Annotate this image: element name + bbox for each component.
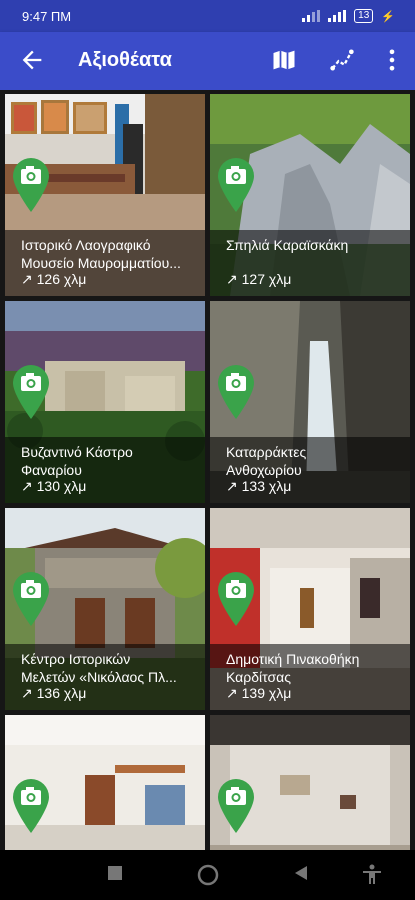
attraction-name: Σπηλιά Καραϊσκάκη [226,237,349,253]
recents-square-icon[interactable] [106,864,124,882]
attraction-name: Καταρράκτες Ανθοχωρίου [226,444,307,478]
camera-pin-icon [218,572,254,626]
attraction-card[interactable]: Σπηλιά Καραϊσκάκη ↗ 127 χλμ [210,94,410,296]
attraction-distance: ↗ 133 χλμ [226,478,292,494]
page-title: Αξιοθέατα [78,49,172,71]
attraction-name: Ιστορικό Λαογραφικό Μουσείο Μαυρομματίου.… [21,237,181,271]
arrow-back-icon[interactable] [18,46,46,74]
charging-icon: ⚡ [381,10,395,23]
attraction-card[interactable]: Ιστορικό Λαογραφικό Μουσείο Μαυρομματίου.… [5,94,205,296]
camera-pin-icon [13,158,49,212]
route-icon[interactable] [328,46,356,74]
camera-pin-icon [218,365,254,419]
back-triangle-icon[interactable] [292,864,308,882]
map-icon[interactable] [270,46,298,74]
battery-icon: 13 [354,9,374,23]
app-bar: Αξιοθέατα [0,32,415,90]
attraction-distance: ↗ 130 χλμ [21,478,87,494]
attraction-distance: ↗ 127 χλμ [226,271,292,287]
accessibility-icon[interactable] [362,864,382,886]
attraction-distance: ↗ 139 χλμ [226,685,292,701]
attraction-card[interactable]: Βυζαντινό Κάστρο Φαναρίου ↗ 130 χλμ [5,301,205,503]
camera-pin-icon [13,779,49,833]
attraction-distance: ↗ 136 χλμ [21,685,87,701]
attractions-grid: Ιστορικό Λαογραφικό Μουσείο Μαυρομματίου.… [0,90,415,850]
card-caption: Δημοτική Πινακοθήκη Καρδίτσας ↗ 139 χλμ [210,644,410,710]
card-caption: Βυζαντινό Κάστρο Φαναρίου ↗ 130 χλμ [5,437,205,503]
attraction-name: Δημοτική Πινακοθήκη Καρδίτσας [226,651,360,685]
camera-pin-icon [218,158,254,212]
status-icons: 13 ⚡ [302,9,395,23]
card-caption: Ιστορικό Λαογραφικό Μουσείο Μαυρομματίου.… [5,230,205,296]
attraction-card[interactable]: Κέντρο Ιστορικών Μελετών «Νικόλαος Πλ... … [5,508,205,710]
attraction-name: Βυζαντινό Κάστρο Φαναρίου [21,444,133,478]
attraction-card[interactable]: Δημοτική Πινακοθήκη Καρδίτσας ↗ 139 χλμ [210,508,410,710]
home-circle-icon[interactable] [197,864,219,886]
status-bar: 9:47 ΠΜ 13 ⚡ [0,0,415,32]
attraction-distance: ↗ 126 χλμ [21,271,87,287]
signal-icon [328,10,347,22]
attraction-card[interactable]: Καταρράκτες Ανθοχωρίου ↗ 133 χλμ [210,301,410,503]
system-nav-bar [0,850,415,900]
status-time: 9:47 ΠΜ [22,9,72,24]
attraction-name: Κέντρο Ιστορικών Μελετών «Νικόλαος Πλ... [21,651,177,685]
more-vert-icon[interactable] [378,46,406,74]
card-caption: Καταρράκτες Ανθοχωρίου ↗ 133 χλμ [210,437,410,503]
attraction-card[interactable] [5,715,205,850]
camera-pin-icon [13,365,49,419]
card-caption: Σπηλιά Καραϊσκάκη ↗ 127 χλμ [210,230,410,296]
camera-pin-icon [13,572,49,626]
signal-icon [302,10,321,22]
attraction-card[interactable] [210,715,410,850]
card-caption: Κέντρο Ιστορικών Μελετών «Νικόλαος Πλ... … [5,644,205,710]
camera-pin-icon [218,779,254,833]
